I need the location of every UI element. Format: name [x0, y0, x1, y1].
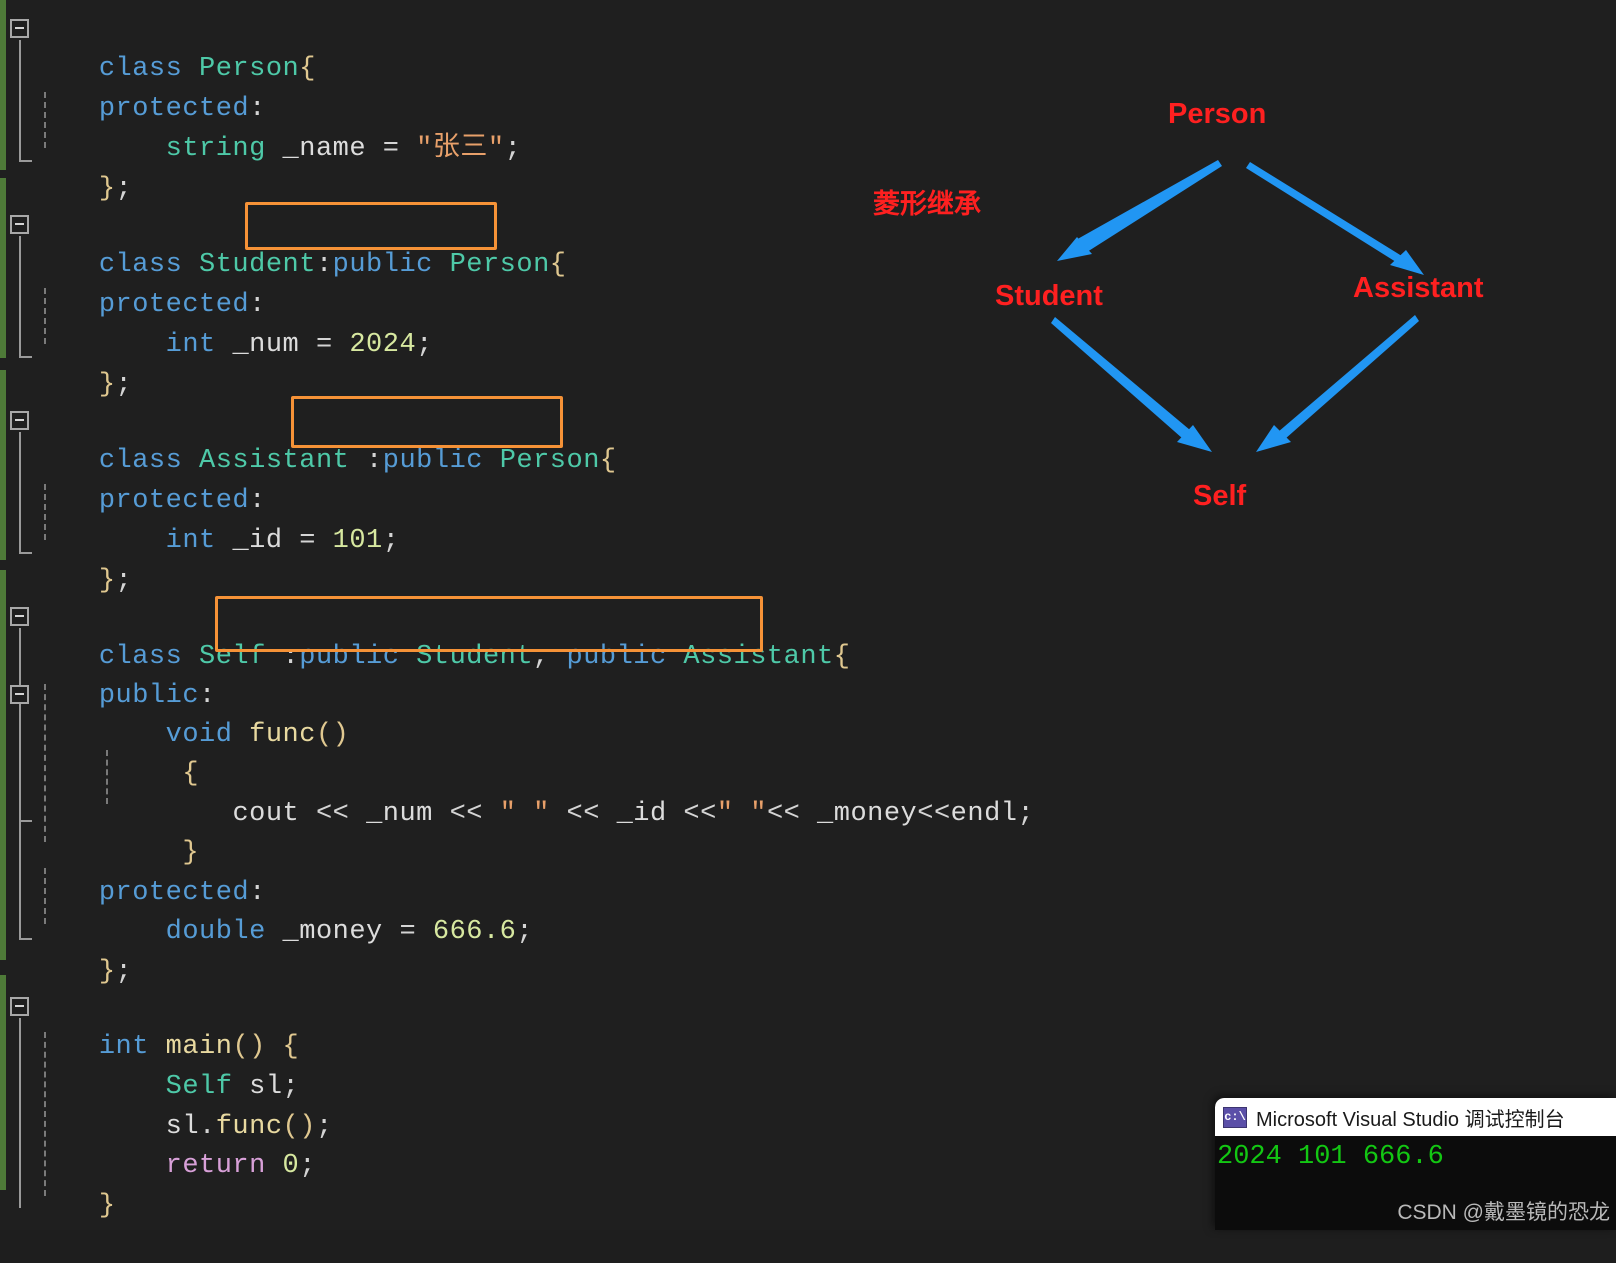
fold-guide-foot — [19, 160, 32, 162]
token-string: " " — [716, 799, 767, 829]
fold-toggle-main[interactable] — [10, 997, 29, 1016]
token-string: " " — [499, 799, 550, 829]
token-keyword: public — [332, 250, 433, 280]
token-type: Person — [499, 446, 600, 476]
console-app-icon: c:\ — [1223, 1106, 1247, 1128]
token-identifier: _money — [817, 799, 918, 829]
fold-guide — [19, 432, 21, 554]
token-keyword: int — [165, 526, 216, 556]
token-number: 666.6 — [432, 917, 517, 947]
change-indicator-bar — [0, 0, 6, 170]
fold-guide-foot — [19, 820, 32, 822]
code-line: } — [98, 1191, 116, 1221]
fold-guide — [19, 706, 21, 822]
token-identifier: _id — [616, 799, 667, 829]
token-keyword: public — [566, 642, 667, 672]
fold-guide-foot — [19, 552, 32, 554]
fold-guide-foot — [19, 356, 32, 358]
token-type: Person — [449, 250, 550, 280]
console-output-text: 2024 101 666.6 — [1217, 1142, 1444, 1172]
change-indicator-bar — [0, 178, 6, 358]
debug-console-window[interactable]: c:\ Microsoft Visual Studio 调试控制台 2024 1… — [1215, 1098, 1616, 1230]
arrow-person-to-assistant — [1246, 162, 1422, 274]
token-keyword: double — [165, 917, 266, 947]
diagram-node-assistant: Assistant — [1353, 272, 1484, 304]
diagram-node-self: Self — [1193, 480, 1247, 512]
change-indicator-bar — [0, 370, 6, 560]
token-identifier: cout — [232, 799, 300, 829]
token-keyword: int — [165, 330, 216, 360]
token-keyword: return — [165, 1151, 266, 1181]
token-number: 2024 — [349, 330, 417, 360]
inheritance-diagram: Person Student Assistant Self 菱形继承 — [860, 60, 1560, 560]
token-identifier: _num — [232, 330, 300, 360]
token-type: Student — [416, 642, 534, 672]
change-indicator-bar — [0, 570, 6, 960]
token-keyword: public — [299, 642, 400, 672]
token-identifier: endl — [950, 799, 1018, 829]
fold-toggle-person[interactable] — [10, 19, 29, 38]
arrow-assistant-to-self — [1258, 315, 1419, 450]
token-string: "张三" — [416, 134, 505, 164]
arrow-student-to-self — [1051, 317, 1210, 450]
fold-toggle-self[interactable] — [10, 607, 29, 626]
token-identifier: _id — [232, 526, 283, 556]
diagram-note-label: 菱形继承 — [873, 189, 981, 219]
token-identifier: _name — [282, 134, 367, 164]
csdn-watermark: CSDN @戴墨镜的恐龙 — [1397, 1201, 1610, 1224]
fold-toggle-func[interactable] — [10, 685, 29, 704]
diagram-node-person: Person — [1168, 98, 1267, 130]
fold-guide-foot — [19, 938, 32, 940]
token-identifier: _num — [366, 799, 433, 829]
diagram-node-student: Student — [995, 280, 1103, 312]
fold-toggle-student[interactable] — [10, 215, 29, 234]
fold-guide — [19, 236, 21, 358]
console-title: Microsoft Visual Studio 调试控制台 — [1256, 1108, 1565, 1131]
token-function: func — [249, 720, 316, 750]
console-titlebar[interactable]: c:\ Microsoft Visual Studio 调试控制台 — [1215, 1098, 1616, 1136]
token-keyword: string — [165, 134, 266, 164]
change-indicator-bar — [0, 975, 6, 1190]
fold-guide — [19, 40, 21, 162]
token-number: 0 — [282, 1151, 300, 1181]
console-body[interactable]: 2024 101 666.6 — [1215, 1136, 1616, 1174]
fold-toggle-assistant[interactable] — [10, 411, 29, 430]
token-keyword: public — [382, 446, 483, 476]
token-type: Assistant — [683, 642, 834, 672]
token-identifier: _money — [282, 917, 383, 947]
token-number: 101 — [332, 526, 383, 556]
fold-guide — [19, 1018, 21, 1208]
